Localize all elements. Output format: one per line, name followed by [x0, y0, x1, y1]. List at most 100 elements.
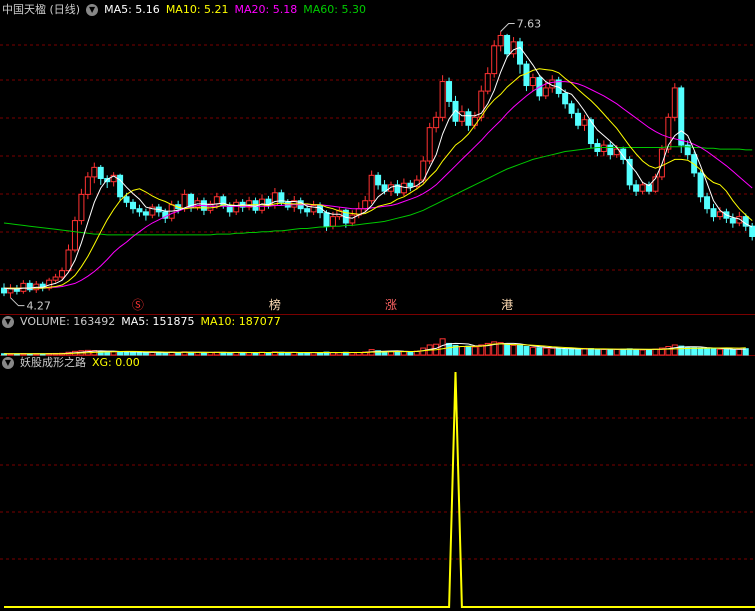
- candle-up: [439, 81, 446, 118]
- volume-bar-down: [446, 342, 453, 356]
- volume-bar-up: [458, 346, 465, 356]
- volume-bar-down: [742, 348, 749, 356]
- candle-up: [581, 119, 588, 126]
- volume-bar-down: [162, 352, 169, 356]
- volume-header: ▼ VOLUME: 163492 MA5: 151875 MA10: 187077: [2, 315, 287, 329]
- indicator-name: 妖股成形之路: [20, 356, 86, 369]
- volume-bar-down: [555, 347, 562, 356]
- volume-expand-icon[interactable]: ▼: [2, 316, 14, 328]
- candle-down: [142, 211, 149, 216]
- high-pointer: [500, 23, 515, 32]
- low-price-label: 4.27: [26, 300, 51, 313]
- event-marker: 涨: [385, 297, 397, 312]
- candle-down: [517, 41, 523, 65]
- volume-label: VOLUME: 163492: [20, 315, 116, 328]
- candle-up: [362, 200, 369, 210]
- candle-down: [1, 287, 7, 294]
- candle-down: [375, 174, 382, 186]
- volume-bar-up: [665, 346, 672, 356]
- volume-bar-up: [542, 347, 549, 356]
- candle-up: [71, 220, 78, 251]
- candle-up: [20, 282, 27, 292]
- volume-bar-up: [600, 348, 607, 356]
- volume-bar-down: [729, 349, 736, 356]
- vol-ma10-label: MA10: 187077: [200, 315, 281, 328]
- volume-bar-down: [710, 348, 717, 356]
- volume-bar-up: [420, 347, 427, 356]
- candle-down: [704, 196, 711, 210]
- volume-bar-down: [142, 352, 149, 356]
- volume-bar-up: [652, 348, 659, 356]
- ma5-label: MA5: 5.16: [104, 3, 160, 16]
- candle-down: [136, 208, 143, 213]
- volume-bar-down: [723, 348, 730, 356]
- candle-down: [407, 182, 414, 187]
- price-header: 中国天楹 (日线) ▼ MA5: 5.16 MA10: 5.21 MA20: 5.18 M…: [2, 3, 372, 17]
- high-price-label: 7.63: [517, 18, 542, 31]
- volume-bar-up: [549, 347, 556, 356]
- indicator-expand-icon[interactable]: ▼: [2, 357, 14, 369]
- stock-title[interactable]: 中国天楹 (日线): [2, 3, 80, 16]
- ma20-label: MA20: 5.18: [234, 3, 298, 16]
- candle-down: [633, 184, 640, 192]
- candle-up: [84, 176, 91, 195]
- candle-up: [542, 87, 549, 97]
- volume-bar-down: [646, 349, 652, 356]
- volume-bar-up: [639, 349, 646, 356]
- volume-bar-down: [704, 347, 711, 356]
- volume-bar-down: [200, 352, 207, 356]
- volume-bar-down: [536, 347, 543, 356]
- volume-bar-down: [633, 349, 640, 356]
- candle-up: [181, 193, 188, 210]
- candle-down: [446, 81, 453, 102]
- volume-bar-up: [510, 344, 517, 356]
- candle-down: [568, 103, 575, 114]
- xg-label: XG: 0.00: [92, 356, 140, 369]
- candle-down: [626, 158, 633, 186]
- ma10-label: MA10: 5.21: [165, 3, 229, 16]
- volume-bar-down: [123, 351, 130, 356]
- candle-up: [52, 276, 59, 281]
- ma60-label: MA60: 5.30: [303, 3, 366, 16]
- event-marker: 榜: [269, 297, 281, 312]
- candle-down: [304, 208, 311, 213]
- candle-down: [504, 34, 511, 55]
- candle-up: [233, 201, 240, 213]
- candle-up: [716, 211, 723, 218]
- vol-ma5-label: MA5: 151875: [121, 315, 195, 328]
- candle-up: [91, 166, 98, 178]
- candle-down: [678, 87, 685, 146]
- volume-bar-down: [607, 349, 614, 356]
- volume-bar-down: [562, 348, 569, 356]
- candle-down: [710, 208, 717, 218]
- candle-up: [491, 45, 498, 75]
- low-pointer: [10, 297, 25, 307]
- candle-up: [671, 87, 678, 118]
- candle-up: [497, 34, 504, 47]
- candle-up: [639, 184, 646, 192]
- candle-down: [465, 111, 472, 126]
- candle-up: [65, 249, 72, 272]
- candle-down: [130, 201, 136, 210]
- volume-bar-down: [297, 352, 304, 356]
- candle-up: [426, 127, 433, 162]
- candle-up: [329, 216, 336, 227]
- candle-up: [529, 77, 536, 87]
- event-marker: 港: [501, 298, 513, 312]
- volume-bar-down: [136, 351, 143, 356]
- candle-down: [749, 225, 755, 237]
- event-marker: Ⓢ: [132, 298, 144, 312]
- volume-bar-down: [465, 345, 472, 356]
- volume-bar-up: [497, 342, 504, 356]
- ma5-line: [3, 46, 753, 290]
- volume-bar-down: [130, 351, 136, 356]
- candle-down: [697, 172, 704, 198]
- candle-down: [123, 196, 130, 203]
- volume-bar-down: [226, 352, 233, 356]
- candle-up: [78, 193, 85, 222]
- kline-chart[interactable]: 7.63 4.27 榜 涨 港 Ⓢ: [0, 0, 755, 611]
- volume-bar-down: [568, 348, 575, 356]
- expand-icon[interactable]: ▼: [86, 4, 99, 16]
- candle-down: [729, 217, 736, 224]
- candle-up: [368, 174, 375, 202]
